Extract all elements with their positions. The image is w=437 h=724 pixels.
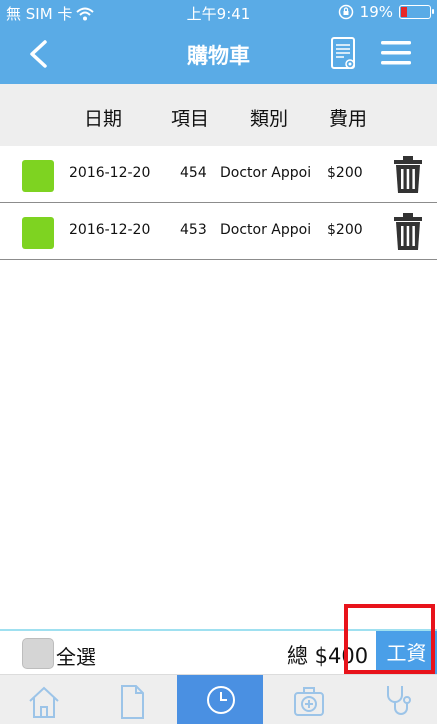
- row-category: Doctor Appoi: [220, 222, 312, 238]
- row-checkbox[interactable]: [22, 160, 54, 192]
- clock-icon: [207, 686, 235, 714]
- row-date: 2016-12-20: [69, 222, 151, 238]
- tab-records[interactable]: [88, 675, 174, 724]
- header-item: 項目: [171, 108, 210, 130]
- nav-bar: 購物車: [0, 24, 437, 84]
- menu-icon[interactable]: [381, 40, 411, 66]
- battery-percent: 19%: [359, 3, 393, 21]
- header-date: 日期: [84, 108, 123, 130]
- select-all-checkbox[interactable]: [22, 638, 54, 669]
- tab-doctor[interactable]: [353, 675, 437, 724]
- total-amount: 總 $400: [287, 644, 369, 668]
- status-right: 19%: [338, 3, 434, 21]
- select-all-label[interactable]: 全選: [56, 641, 96, 670]
- tab-bar: [0, 674, 437, 724]
- tab-history[interactable]: [177, 675, 263, 724]
- tab-medical[interactable]: [265, 675, 351, 724]
- header-fee: 費用: [329, 108, 368, 130]
- status-bar: 無 SIM 卡 上午9:41 19%: [0, 0, 437, 24]
- row-fee: $200: [327, 222, 363, 238]
- home-icon: [29, 686, 59, 718]
- trash-icon[interactable]: [393, 156, 423, 194]
- row-checkbox[interactable]: [22, 217, 54, 249]
- document-icon[interactable]: [330, 36, 358, 72]
- pay-button[interactable]: 工資: [376, 631, 437, 676]
- table-row: 2016-12-20 453 Doctor Appoi $200: [0, 203, 437, 260]
- document-icon: [121, 685, 144, 719]
- row-fee: $200: [327, 165, 363, 181]
- header-category: 類別: [250, 108, 289, 130]
- row-item: 453: [180, 222, 207, 238]
- table-row: 2016-12-20 454 Doctor Appoi $200: [0, 146, 437, 203]
- tab-home[interactable]: [0, 675, 86, 724]
- row-date: 2016-12-20: [69, 165, 151, 181]
- rotation-lock-icon: [338, 4, 353, 20]
- battery-icon: [399, 5, 434, 19]
- page-title: 購物車: [187, 44, 250, 68]
- medical-kit-icon: [294, 687, 324, 716]
- row-category: Doctor Appoi: [220, 165, 312, 181]
- checkout-bar: 全選 總 $400 工資: [0, 629, 437, 676]
- table-header: 日期 項目 類別 費用: [0, 84, 437, 146]
- row-item: 454: [180, 165, 207, 181]
- trash-icon[interactable]: [393, 213, 423, 251]
- stethoscope-icon: [387, 686, 411, 715]
